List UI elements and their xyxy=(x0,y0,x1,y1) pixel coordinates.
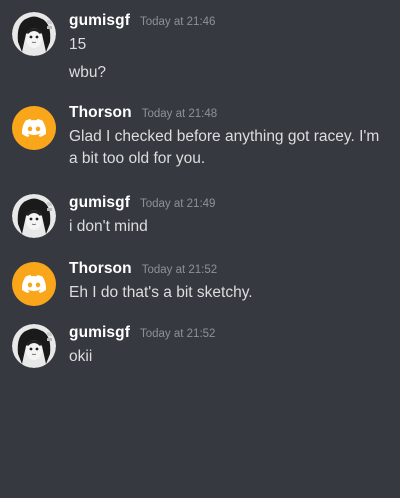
anime-avatar-icon xyxy=(12,194,56,238)
chat-log: gumisgf Today at 21:46 15 wbu? Thorson T… xyxy=(0,0,400,498)
message-text: i don't mind xyxy=(69,218,148,235)
user-avatar[interactable] xyxy=(12,194,56,238)
username[interactable]: gumisgf xyxy=(69,12,130,30)
user-avatar[interactable] xyxy=(12,12,56,56)
timestamp: Today at 21:49 xyxy=(139,198,216,210)
discord-logo-icon xyxy=(22,275,46,293)
timestamp: Today at 21:52 xyxy=(141,264,218,276)
user-avatar[interactable] xyxy=(12,106,56,150)
username[interactable]: Thorson xyxy=(69,260,132,278)
username[interactable]: gumisgf xyxy=(69,324,130,342)
user-avatar[interactable] xyxy=(12,324,56,368)
timestamp: Today at 21:48 xyxy=(141,108,218,120)
anime-avatar-icon xyxy=(12,12,56,56)
user-avatar[interactable] xyxy=(12,262,56,306)
message-text: 15 xyxy=(69,36,87,53)
message-text: wbu? xyxy=(69,64,107,81)
timestamp: Today at 21:46 xyxy=(139,16,216,28)
discord-logo-icon xyxy=(22,119,46,137)
message-text: okii xyxy=(69,348,93,365)
timestamp: Today at 21:52 xyxy=(139,328,216,340)
username[interactable]: Thorson xyxy=(69,104,132,122)
message-text: Eh I do that's a bit sketchy. xyxy=(69,284,253,301)
anime-avatar-icon xyxy=(12,324,56,368)
message-text: a bit too old for you. xyxy=(69,150,206,167)
message-text: Glad I checked before anything got racey… xyxy=(69,128,380,145)
username[interactable]: gumisgf xyxy=(69,194,130,212)
